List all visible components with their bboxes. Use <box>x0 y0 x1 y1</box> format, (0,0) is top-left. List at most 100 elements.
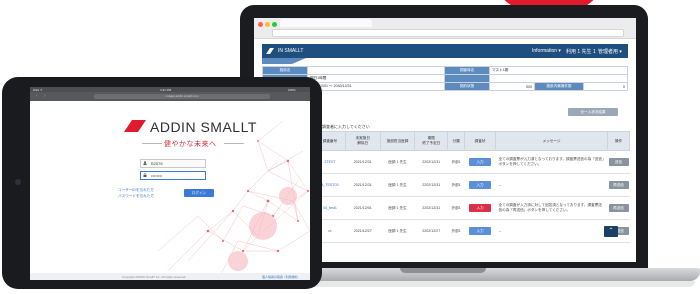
user-id-input[interactable]: B2578 <box>140 159 206 168</box>
row-status: 入力 <box>464 150 496 174</box>
row-date: 2021/12/31 <box>345 150 381 174</box>
row-kind: 外部1 <box>447 219 465 243</box>
row-doctor: 医師 1 先生 <box>380 219 415 243</box>
facility-label: 施設名 <box>262 66 308 75</box>
brand-name: ADDIN SMALLT <box>150 119 257 135</box>
browser-tab[interactable] <box>280 19 372 27</box>
row-date: 2021/12/27 <box>345 219 381 243</box>
row-action: 送信 <box>607 150 630 174</box>
col-header[interactable]: 施設担当医師 <box>379 131 416 151</box>
contract-label: 契約状態 <box>444 82 490 91</box>
row-kind: 外部1 <box>447 150 465 174</box>
role-menu[interactable]: 管理者用 ▾ <box>598 48 622 55</box>
table-row: 4_TEST03 2021/12/31 医師 1 先生 2202/12/31 外部1 入力… <box>314 173 630 197</box>
row-message: -- <box>495 219 608 243</box>
col-header[interactable]: 未実施日 解除日 <box>344 131 381 151</box>
user-id-value: B2578 <box>151 161 163 166</box>
divider <box>142 143 162 144</box>
row-message: 全ての調査が入力済に対して回答済となっております。調査票送信の為「再送信」ボタン… <box>495 196 608 220</box>
password-value: •••••••• <box>151 173 163 178</box>
tagline: 健やかな未来へ <box>164 141 217 148</box>
divider <box>224 143 244 144</box>
table-caption: 下の調査者に入力してください <box>314 124 370 129</box>
tablet-screen: iPad ✦ 4:31 PM 100% ‹ › mdapp.addin-smal… <box>30 87 310 280</box>
col-header[interactable]: 調査状 <box>464 131 497 151</box>
maximize-dot[interactable] <box>272 22 277 27</box>
row-status: 入力 <box>464 196 496 220</box>
row-date: 2021/12/01 <box>345 196 381 220</box>
send-button[interactable]: 再送信 <box>608 181 629 189</box>
row-status: 入力 <box>464 173 496 197</box>
send-button[interactable]: 送信 <box>608 158 629 166</box>
blank-label <box>444 74 490 83</box>
input-button[interactable]: 入力 <box>469 158 492 166</box>
row-message: 全ての調査票が入力済となっております。調査票送信の為「送信」ボタンを押してくださ… <box>495 150 608 174</box>
laptop-notch <box>400 268 486 273</box>
password-input[interactable]: •••••••• <box>140 171 206 180</box>
row-action: 再送信 <box>607 196 630 220</box>
browser-chrome <box>254 18 636 39</box>
chevron-up-icon: ⌃ <box>608 228 614 234</box>
input-button[interactable]: 入力 <box>469 204 492 212</box>
row-due: 2202/12/31 <box>414 150 448 174</box>
back-icon[interactable]: ‹ <box>36 93 38 99</box>
minimize-dot[interactable] <box>265 22 270 27</box>
close-dot[interactable] <box>258 22 263 27</box>
input-button[interactable]: 入力 <box>469 227 492 235</box>
information-menu[interactable]: Information ▾ <box>532 48 561 54</box>
table-row: zz 2021/12/27 医師 1 先生 2202/12/27 外部1 入力 -- 再送信 <box>314 219 630 243</box>
row-doctor: 医師 1 先生 <box>380 173 415 197</box>
lock-icon <box>143 173 147 177</box>
header-accent <box>262 58 306 64</box>
camera-icon <box>15 179 21 185</box>
row-due: 2202/12/31 <box>414 173 448 197</box>
count-label: 施設内最適件数 <box>534 82 584 91</box>
table-header-row: 調査番号 未実施日 解除日 施設担当医師 期限 終了予定日 分類 調査状 メッセ… <box>314 131 630 151</box>
user-name[interactable]: 利用 1 先生 1 <box>566 48 596 55</box>
survey-list-table: 調査番号 未実施日 解除日 施設担当医師 期限 終了予定日 分類 調査状 メッセ… <box>314 131 630 243</box>
footer-links[interactable]: 個人情報の取扱 / 利用規約 <box>262 275 298 279</box>
login-button[interactable]: ログイン <box>184 189 214 197</box>
count-value: 0 <box>583 82 628 91</box>
send-button[interactable]: 再送信 <box>608 204 629 212</box>
col-header[interactable]: 期限 終了予定日 <box>414 131 449 151</box>
row-message: -- <box>495 173 608 197</box>
brand-logo-icon <box>266 48 274 54</box>
help-links: ユーザーIDを忘れた方 パスワードを忘れた方 <box>118 187 154 199</box>
tablet-address-bar[interactable]: mdapp.addin-smallt.com <box>94 94 270 99</box>
app-header: IN SMALLT Information ▾ 利用 1 先生 1 管理者用 ▾ <box>262 44 628 58</box>
row-due: 2202/12/27 <box>414 219 448 243</box>
row-date: 2021/12/31 <box>345 173 381 197</box>
safari-toolbar: ‹ › mdapp.addin-smallt.com <box>30 92 310 101</box>
app-title: IN SMALLT <box>278 48 304 54</box>
row-kind: 外部1 <box>447 196 465 220</box>
address-bar[interactable] <box>272 29 624 37</box>
row-status: 入力 <box>464 219 496 243</box>
blank-value <box>489 74 628 83</box>
brand-logo-icon <box>124 120 146 132</box>
row-doctor: 医師 1 先生 <box>380 196 415 220</box>
row-kind: 外部1 <box>447 173 465 197</box>
period-title: 期日1時間 <box>307 74 445 83</box>
contract-value: 500 <box>489 82 535 91</box>
col-header[interactable]: 分類 <box>447 131 466 151</box>
forward-icon[interactable]: › <box>44 93 46 99</box>
survey-name-label: 調査時名 <box>444 66 490 75</box>
input-button[interactable]: 入力 <box>469 181 492 189</box>
forgot-password-link[interactable]: パスワードを忘れた方 <box>118 193 154 199</box>
period-range: 2021/12/01 〜 2040/12/31 <box>307 82 445 91</box>
table-row: 04_test1 2021/12/01 医師 1 先生 2202/12/31 外部1 入力… <box>314 196 630 220</box>
facility-value <box>307 66 445 75</box>
col-header: 操作 <box>607 131 630 151</box>
table-row: ZTEST 2021/12/31 医師 1 先生 2202/12/31 外部1 入力 全ての… <box>314 150 630 174</box>
row-action: 再送信 <box>607 173 630 197</box>
copyright-text: Copyright ADDIN SmallT Inc. All rights r… <box>122 275 187 279</box>
scroll-top-button[interactable]: ⌃ <box>604 226 618 237</box>
col-header: メッセージ <box>495 131 608 151</box>
user-icon <box>143 161 147 165</box>
row-due: 2202/12/31 <box>414 196 448 220</box>
survey-name-value: マスト1期 <box>489 66 628 75</box>
all-results-button[interactable]: 全ー入状況結果 <box>568 108 618 116</box>
footer: Copyright ADDIN SmallT Inc. All rights r… <box>30 273 310 280</box>
row-doctor: 医師 1 先生 <box>380 150 415 174</box>
